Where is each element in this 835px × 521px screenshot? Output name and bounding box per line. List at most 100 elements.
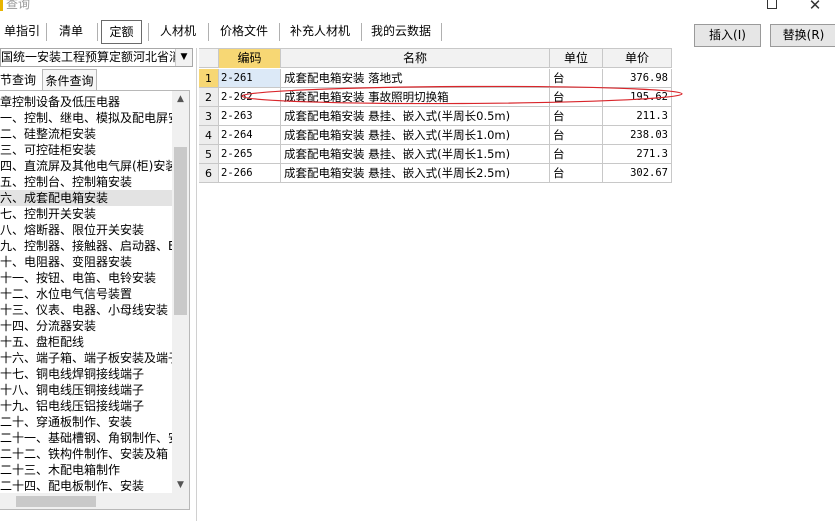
row-number-cell[interactable]: 4 bbox=[199, 126, 219, 145]
maximize-button[interactable] bbox=[752, 0, 792, 14]
code-cell[interactable]: 2-261 bbox=[219, 69, 281, 88]
name-cell[interactable]: 成套配电箱安装 落地式 bbox=[281, 69, 550, 88]
code-cell[interactable]: 2-262 bbox=[219, 88, 281, 107]
table-row[interactable]: 5 2-265 成套配电箱安装 悬挂、嵌入式(半周长1.5m) 台 271.3 bbox=[199, 145, 672, 164]
tab-divider bbox=[441, 23, 442, 41]
tree-item[interactable]: 十二、水位电气信号装置 bbox=[0, 286, 172, 302]
name-column-header[interactable]: 名称 bbox=[281, 49, 550, 68]
tree-item[interactable]: 十、电阻器、变阻器安装 bbox=[0, 254, 172, 270]
name-cell[interactable]: 成套配电箱安装 事故照明切换箱 bbox=[281, 88, 550, 107]
tree-item[interactable]: 十四、分流器安装 bbox=[0, 318, 172, 334]
title-bar: 查询 ✕ bbox=[0, 0, 835, 14]
price-cell[interactable]: 238.03 bbox=[603, 126, 672, 145]
unit-cell[interactable]: 台 bbox=[550, 88, 603, 107]
name-cell[interactable]: 成套配电箱安装 悬挂、嵌入式(半周长0.5m) bbox=[281, 107, 550, 126]
tree-item[interactable]: 一、控制、继电、模拟及配电屏安 bbox=[0, 110, 172, 126]
tree-item[interactable]: 章控制设备及低压电器 bbox=[0, 94, 172, 110]
price-column-header[interactable]: 单价 bbox=[603, 49, 672, 68]
name-cell[interactable]: 成套配电箱安装 悬挂、嵌入式(半周长1.5m) bbox=[281, 145, 550, 164]
tree-item[interactable]: 二十一、基础槽钢、角钢制作、安 bbox=[0, 430, 172, 446]
tree-item[interactable]: 十八、铜电线压铜接线端子 bbox=[0, 382, 172, 398]
tab-condition-query[interactable]: 条件查询 bbox=[42, 69, 97, 90]
close-button[interactable]: ✕ bbox=[795, 0, 835, 14]
row-number-cell[interactable]: 3 bbox=[199, 107, 219, 126]
insert-button[interactable]: 插入(I) bbox=[694, 24, 761, 47]
tree-item[interactable]: 二十二、铁构件制作、安装及箱 bbox=[0, 446, 172, 462]
scroll-thumb[interactable] bbox=[174, 147, 187, 315]
price-cell[interactable]: 271.3 bbox=[603, 145, 672, 164]
tree-item[interactable]: 二十、穿通板制作、安装 bbox=[0, 414, 172, 430]
tab-divider bbox=[361, 23, 362, 41]
quota-query-window: 查询 ✕ 单指引 清单 定额 人材机 价格文件 补充人材机 我的云数据 插入(I… bbox=[0, 0, 835, 521]
tree-item[interactable]: 四、直流屏及其他电气屏(柜)安装 bbox=[0, 158, 172, 174]
tree-item[interactable]: 二十三、木配电箱制作 bbox=[0, 462, 172, 478]
chevron-down-icon[interactable]: ▼ bbox=[175, 49, 192, 66]
price-cell[interactable]: 302.67 bbox=[603, 164, 672, 183]
unit-cell[interactable]: 台 bbox=[550, 164, 603, 183]
tree-vertical-scrollbar[interactable]: ▲ ▼ bbox=[172, 91, 189, 493]
price-cell[interactable]: 211.3 bbox=[603, 107, 672, 126]
quota-library-select[interactable]: 国统一安装工程预算定额河北省消 ▼ bbox=[0, 48, 193, 67]
tree-item[interactable]: 五、控制台、控制箱安装 bbox=[0, 174, 172, 190]
tab-price-file[interactable]: 价格文件 bbox=[211, 20, 277, 44]
tab-my-cloud-data[interactable]: 我的云数据 bbox=[364, 20, 438, 44]
scroll-up-icon[interactable]: ▲ bbox=[172, 91, 189, 107]
name-cell[interactable]: 成套配电箱安装 悬挂、嵌入式(半周长2.5m) bbox=[281, 164, 550, 183]
tree-item[interactable]: 七、控制开关安装 bbox=[0, 206, 172, 222]
tab-bill[interactable]: 清单 bbox=[48, 20, 94, 44]
tab-divider bbox=[46, 23, 47, 41]
row-number-cell[interactable]: 6 bbox=[199, 164, 219, 183]
tab-list-guide[interactable]: 单指引 bbox=[0, 20, 44, 44]
tree-item[interactable]: 二十四、配电板制作、安装 bbox=[0, 478, 172, 494]
unit-cell[interactable]: 台 bbox=[550, 69, 603, 88]
tab-labor-material-machine[interactable]: 人材机 bbox=[151, 20, 205, 44]
row-number-cell[interactable]: 1 bbox=[199, 69, 219, 88]
tree-item[interactable]: 十九、铝电线压铝接线端子 bbox=[0, 398, 172, 414]
panel-splitter[interactable] bbox=[196, 48, 197, 521]
tab-quota[interactable]: 定额 bbox=[101, 20, 142, 44]
tree-item[interactable]: 三、可控硅柜安装 bbox=[0, 142, 172, 158]
tree-item[interactable]: 六、成套配电箱安装 bbox=[0, 190, 172, 206]
scroll-corner bbox=[172, 493, 189, 509]
tab-section-query[interactable]: 节查询 bbox=[0, 69, 42, 90]
tab-supplementary-lmm[interactable]: 补充人材机 bbox=[282, 20, 358, 44]
chapter-tree: 章控制设备及低压电器 一、控制、继电、模拟及配电屏安 二、硅整流柜安装 三、可控硅柜安… bbox=[0, 90, 190, 510]
tree-item[interactable]: 九、控制器、接触器、启动器、E bbox=[0, 238, 172, 254]
left-subtabs: 节查询 条件查询 bbox=[0, 69, 193, 90]
table-row[interactable]: 3 2-263 成套配电箱安装 悬挂、嵌入式(半周长0.5m) 台 211.3 bbox=[199, 107, 672, 126]
scroll-thumb[interactable] bbox=[16, 496, 96, 507]
row-number-cell[interactable]: 2 bbox=[199, 88, 219, 107]
unit-cell[interactable]: 台 bbox=[550, 145, 603, 164]
unit-cell[interactable]: 台 bbox=[550, 107, 603, 126]
tree-item[interactable]: 二、硅整流柜安装 bbox=[0, 126, 172, 142]
code-column-header[interactable]: 编码 bbox=[219, 49, 281, 68]
name-cell[interactable]: 成套配电箱安装 悬挂、嵌入式(半周长1.0m) bbox=[281, 126, 550, 145]
tree-item[interactable]: 八、熔断器、限位开关安装 bbox=[0, 222, 172, 238]
replace-button[interactable]: 替换(R) bbox=[770, 24, 835, 47]
tree-item[interactable]: 十一、按钮、电笛、电铃安装 bbox=[0, 270, 172, 286]
tab-divider bbox=[148, 23, 149, 41]
tree-item[interactable]: 十七、铜电线焊铜接线端子 bbox=[0, 366, 172, 382]
quota-library-value: 国统一安装工程预算定额河北省消 bbox=[1, 50, 175, 64]
table-row[interactable]: 6 2-266 成套配电箱安装 悬挂、嵌入式(半周长2.5m) 台 302.67 bbox=[199, 164, 672, 183]
code-cell[interactable]: 2-266 bbox=[219, 164, 281, 183]
tab-divider bbox=[97, 23, 98, 41]
unit-column-header[interactable]: 单位 bbox=[550, 49, 603, 68]
code-cell[interactable]: 2-264 bbox=[219, 126, 281, 145]
code-cell[interactable]: 2-263 bbox=[219, 107, 281, 126]
table-row[interactable]: 2 2-262 成套配电箱安装 事故照明切换箱台 195.62 bbox=[199, 88, 672, 107]
tree-item[interactable]: 十三、仪表、电器、小母线安装 bbox=[0, 302, 172, 318]
tree-item[interactable]: 十五、盘柜配线 bbox=[0, 334, 172, 350]
price-cell[interactable]: 195.62 bbox=[603, 88, 672, 107]
close-icon: ✕ bbox=[808, 0, 822, 14]
tree-horizontal-scrollbar[interactable] bbox=[0, 493, 172, 509]
table-row[interactable]: 1 2-261 成套配电箱安装 落地式台 376.98 bbox=[199, 69, 672, 88]
tree-item[interactable]: 十六、端子箱、端子板安装及端子 bbox=[0, 350, 172, 366]
unit-cell[interactable]: 台 bbox=[550, 126, 603, 145]
scroll-down-icon[interactable]: ▼ bbox=[172, 477, 189, 493]
table-row[interactable]: 4 2-264 成套配电箱安装 悬挂、嵌入式(半周长1.0m) 台 238.03 bbox=[199, 126, 672, 145]
price-cell[interactable]: 376.98 bbox=[603, 69, 672, 88]
code-cell[interactable]: 2-265 bbox=[219, 145, 281, 164]
grid-header: 编码 名称 单位 单价 bbox=[199, 48, 672, 68]
row-number-cell[interactable]: 5 bbox=[199, 145, 219, 164]
